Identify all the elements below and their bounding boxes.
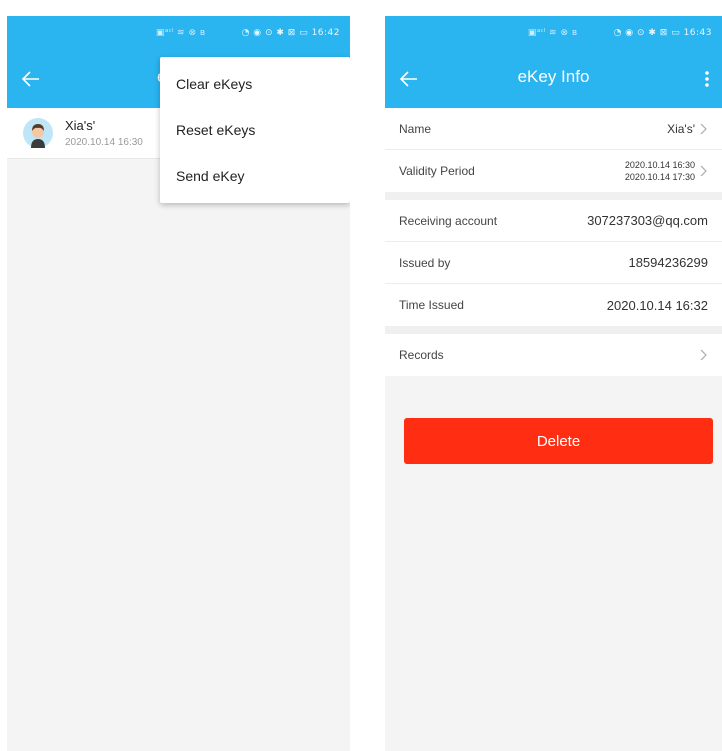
status-icons-right: ◔ ◉ ⊙ ✱ ⊠ ▭ [613,28,684,38]
title-bar: eKey Info [385,50,722,108]
menu-item-clear-ekeys[interactable]: Clear eKeys [160,61,350,107]
menu-item-reset-ekeys[interactable]: Reset eKeys [160,107,350,153]
list-item-text: Xia's' 2020.10.14 16:30 [65,118,143,148]
row-validity-label: Validity Period [399,164,475,178]
status-time: 16:42 [311,28,340,38]
more-vertical-icon[interactable] [702,67,712,91]
row-validity-value-wrap: 2020.10.14 16:30 2020.10.14 17:30 [625,159,708,183]
row-validity-dates: 2020.10.14 16:30 2020.10.14 17:30 [625,159,695,183]
row-time-issued-value: 2020.10.14 16:32 [606,297,708,313]
section-separator [385,192,722,200]
row-records-label: Records [399,348,444,362]
row-time-issued: Time Issued 2020.10.14 16:32 [385,284,722,326]
status-icons-right: ◔ ◉ ⊙ ✱ ⊠ ▭ [241,28,312,38]
back-arrow-icon[interactable] [19,67,43,91]
status-bar: ▣ᵃᶦˡ ≋ ⊗ ʙ ◔ ◉ ⊙ ✱ ⊠ ▭ 16:42 [7,16,350,50]
row-receiving-label: Receiving account [399,213,498,228]
info-section-records: Records [385,334,722,376]
info-section-basic: Name Xia's' Validity Period 2020.10.14 1… [385,108,722,192]
status-time: 16:43 [683,28,712,38]
row-receiving-value: 307237303@qq.com [587,213,708,228]
delete-button[interactable]: Delete [404,418,713,464]
status-icons: ▣ᵃᶦˡ ≋ ⊗ ʙ [527,28,578,38]
info-section-issue: Receiving account 307237303@qq.com Issue… [385,200,722,326]
chevron-right-icon [700,165,707,177]
row-issued-by: Issued by 18594236299 [385,242,722,284]
validity-start: 2020.10.14 16:30 [624,160,695,170]
row-issued-by-value: 18594236299 [628,255,708,270]
row-time-issued-label: Time Issued [399,298,464,312]
row-name-value: Xia's' [667,121,695,136]
row-name[interactable]: Name Xia's' [385,108,722,150]
section-separator [385,326,722,334]
row-records[interactable]: Records [385,334,722,376]
row-validity-period[interactable]: Validity Period 2020.10.14 16:30 2020.10… [385,150,722,192]
avatar-icon [23,118,53,148]
chevron-right-icon [700,123,707,134]
phone-right: ▣ᵃᶦˡ ≋ ⊗ ʙ ◔ ◉ ⊙ ✱ ⊠ ▭ 16:43 eKey Info N… [385,16,722,751]
chevron-right-icon [700,349,707,361]
row-name-label: Name [399,121,432,136]
row-name-value-wrap: Xia's' [667,122,708,136]
overflow-menu: Clear eKeys Reset eKeys Send eKey [160,57,350,203]
status-icons: ▣ᵃᶦˡ ≋ ⊗ ʙ [155,28,206,38]
validity-end: 2020.10.14 17:30 [624,172,695,182]
list-item-name: Xia's' [65,118,96,133]
row-issued-by-label: Issued by [399,255,451,270]
menu-item-send-ekey[interactable]: Send eKey [160,153,350,199]
phone-left: ▣ᵃᶦˡ ≋ ⊗ ʙ ◔ ◉ ⊙ ✱ ⊠ ▭ 16:42 e Xia's' 20… [7,16,350,751]
row-receiving-account: Receiving account 307237303@qq.com [385,200,722,242]
page-title: eKey Info [517,67,590,86]
list-item-date: 2020.10.14 16:30 [65,137,143,148]
status-bar: ▣ᵃᶦˡ ≋ ⊗ ʙ ◔ ◉ ⊙ ✱ ⊠ ▭ 16:43 [385,16,722,50]
